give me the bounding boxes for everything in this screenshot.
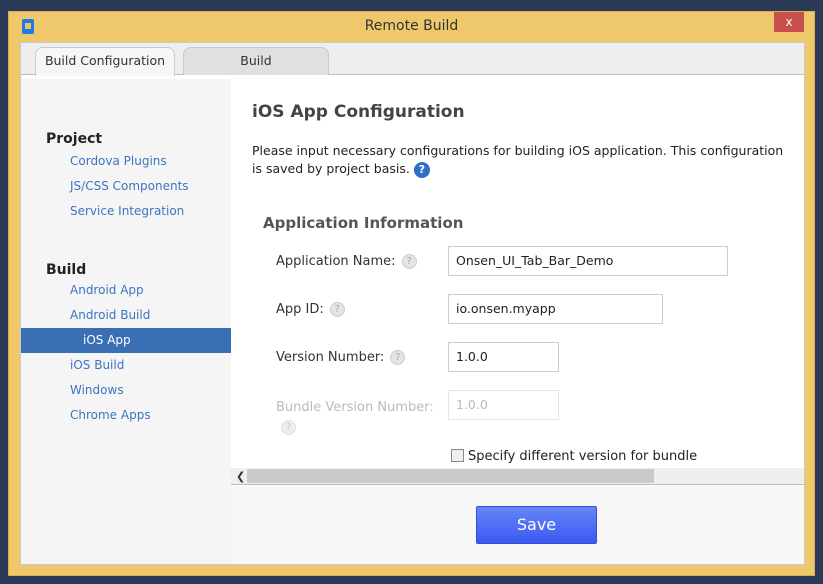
- specify-bundle-version-checkbox[interactable]: Specify different version for bundle: [451, 449, 697, 464]
- tab-build-configuration[interactable]: Build Configuration: [35, 47, 175, 76]
- sidebar-item-cordova-plugins[interactable]: Cordova Plugins: [21, 149, 231, 174]
- sidebar-heading-build: Build: [46, 262, 87, 278]
- window-title: Remote Build: [364, 18, 459, 34]
- bundle-version-label: Bundle Version Number:?: [276, 400, 434, 435]
- sidebar-item-ios-app[interactable]: iOS App: [21, 328, 231, 353]
- application-name-label: Application Name:?: [276, 254, 417, 269]
- main-panel: iOS App Configuration Please input neces…: [231, 79, 804, 468]
- sidebar-item-android-app[interactable]: Android App: [21, 278, 231, 303]
- question-icon: ?: [281, 420, 296, 435]
- page-title: iOS App Configuration: [252, 102, 465, 122]
- question-icon[interactable]: ?: [390, 350, 406, 365]
- app-id-input[interactable]: io.onsen.myapp: [448, 294, 663, 324]
- sidebar: Project Cordova Plugins JS/CSS Component…: [21, 79, 231, 564]
- sidebar-heading-project: Project: [46, 131, 103, 147]
- section-title: Application Information: [263, 214, 464, 232]
- version-number-input[interactable]: 1.0.0: [448, 342, 559, 372]
- horizontal-scrollbar[interactable]: ❮: [231, 468, 804, 485]
- sidebar-item-ios-build[interactable]: iOS Build: [21, 353, 231, 378]
- description: Please input necessary configurations fo…: [252, 143, 784, 178]
- sidebar-item-chrome-apps[interactable]: Chrome Apps: [21, 403, 231, 428]
- question-icon[interactable]: ?: [329, 302, 345, 317]
- bundle-version-input: 1.0.0: [448, 390, 559, 420]
- checkbox-box[interactable]: [451, 449, 464, 462]
- tab-bar: Build Configuration Build: [21, 43, 804, 76]
- help-icon[interactable]: ?: [413, 161, 430, 178]
- sidebar-item-js-css-components[interactable]: JS/CSS Components: [21, 174, 231, 199]
- sidebar-item-service-integration[interactable]: Service Integration: [21, 199, 231, 224]
- scroll-left-icon[interactable]: ❮: [236, 468, 245, 485]
- client-area: Build Configuration Build Project Cordov…: [20, 42, 805, 565]
- version-number-label: Version Number:?: [276, 350, 406, 365]
- tab-build[interactable]: Build: [183, 47, 329, 75]
- sidebar-item-windows[interactable]: Windows: [21, 378, 231, 403]
- save-button[interactable]: Save: [476, 506, 597, 544]
- close-button[interactable]: x: [774, 12, 804, 32]
- app-id-label: App ID:?: [276, 302, 345, 317]
- remote-build-window: Remote Build x Build Configuration Build…: [8, 11, 815, 576]
- scrollbar-thumb[interactable]: [247, 469, 654, 483]
- footer: Save: [231, 486, 804, 564]
- sidebar-item-android-build[interactable]: Android Build: [21, 303, 231, 328]
- application-name-input[interactable]: Onsen_UI_Tab_Bar_Demo: [448, 246, 728, 276]
- question-icon[interactable]: ?: [401, 254, 417, 269]
